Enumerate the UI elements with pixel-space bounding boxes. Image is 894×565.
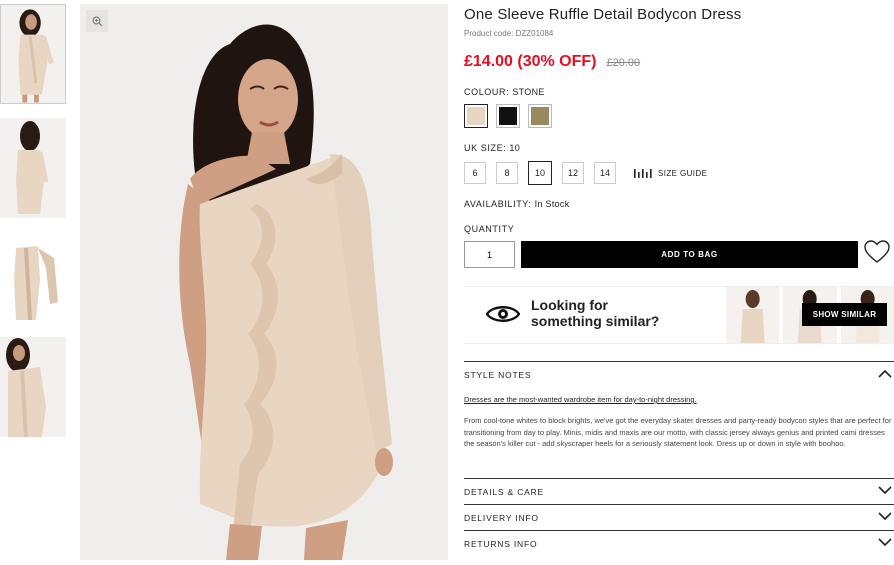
- style-notes-subtitle: Dresses are the most-wanted wardrobe ite…: [464, 395, 697, 404]
- product-code: Product code: DZZ01084: [464, 29, 554, 38]
- colour-swatches: [464, 104, 552, 128]
- sale-price: £14.00 (30% OFF): [464, 53, 597, 70]
- add-to-bag-button[interactable]: ADD TO BAG: [521, 241, 858, 268]
- heart-icon: [864, 240, 890, 263]
- colour-label-text: COLOUR:: [464, 87, 510, 97]
- size-option-10[interactable]: 10: [528, 161, 552, 185]
- availability-value: In Stock: [534, 199, 570, 209]
- quantity-input[interactable]: [464, 241, 515, 268]
- swatch-stone[interactable]: [464, 104, 488, 128]
- size-option-12[interactable]: 12: [562, 162, 584, 184]
- zoom-button[interactable]: [86, 10, 108, 32]
- product-title: One Sleeve Ruffle Detail Bodycon Dress: [464, 6, 742, 23]
- ruler-icon: [634, 168, 652, 178]
- delivery-info-title: DELIVERY INFO: [464, 513, 539, 523]
- size-options: 6 8 10 12 14 SIZE GUIDE: [464, 161, 707, 185]
- size-value: 10: [509, 143, 521, 153]
- returns-info-title: RETURNS INFO: [464, 539, 538, 549]
- main-product-image: [80, 4, 448, 560]
- style-notes-header[interactable]: STYLE NOTES: [464, 361, 894, 387]
- similar-banner: Looking for something similar? SHOW SIMI…: [464, 286, 894, 344]
- size-option-6[interactable]: 6: [464, 162, 486, 184]
- swatch-stone-fill: [467, 107, 485, 125]
- thumbnail-side[interactable]: [0, 118, 66, 218]
- returns-info-header[interactable]: RETURNS INFO: [464, 530, 894, 555]
- thumbnail-flat[interactable]: [0, 236, 66, 336]
- delivery-info-header[interactable]: DELIVERY INFO: [464, 504, 894, 529]
- zoom-icon: [92, 16, 102, 26]
- swatch-khaki[interactable]: [528, 104, 552, 128]
- style-notes-body: From cool-tone whites to block brights, …: [464, 416, 892, 448]
- size-option-14[interactable]: 14: [594, 162, 616, 184]
- details-care-title: DETAILS & CARE: [464, 487, 545, 497]
- size-guide-label: SIZE GUIDE: [658, 168, 708, 178]
- show-similar-button[interactable]: SHOW SIMILAR: [802, 303, 887, 326]
- chevron-down-icon: [878, 538, 892, 547]
- similar-preview-1: [726, 287, 780, 343]
- swatch-khaki-fill: [531, 107, 549, 125]
- original-price: £20.00: [606, 57, 641, 69]
- size-label: UK SIZE: 10: [464, 143, 520, 153]
- similar-line-2: something similar?: [531, 313, 660, 329]
- thumbnail-front[interactable]: [0, 4, 66, 104]
- thumbnail-closeup[interactable]: [0, 337, 66, 437]
- chevron-down-icon: [878, 512, 892, 521]
- chevron-up-icon: [878, 369, 892, 378]
- chevron-down-icon: [878, 486, 892, 495]
- similar-line-1: Looking for: [531, 297, 608, 313]
- size-label-text: UK SIZE:: [464, 143, 507, 153]
- size-option-8[interactable]: 8: [496, 162, 518, 184]
- details-care-header[interactable]: DETAILS & CARE: [464, 478, 894, 503]
- swatch-black[interactable]: [496, 104, 520, 128]
- availability-label: AVAILABILITY:: [464, 199, 532, 209]
- size-guide-link[interactable]: SIZE GUIDE: [634, 168, 708, 178]
- eye-icon: [486, 306, 520, 322]
- similar-text: Looking for something similar?: [531, 297, 691, 329]
- colour-value: STONE: [512, 87, 545, 97]
- model-figure: [80, 4, 448, 560]
- availability: AVAILABILITY: In Stock: [464, 199, 570, 209]
- wishlist-button[interactable]: [864, 240, 890, 266]
- style-notes-title: STYLE NOTES: [464, 370, 532, 380]
- quantity-label: QUANTITY: [464, 224, 515, 234]
- swatch-black-fill: [499, 107, 517, 125]
- colour-label: COLOUR: STONE: [464, 87, 545, 97]
- price-row: £14.00 (30% OFF) £20.00: [464, 53, 640, 71]
